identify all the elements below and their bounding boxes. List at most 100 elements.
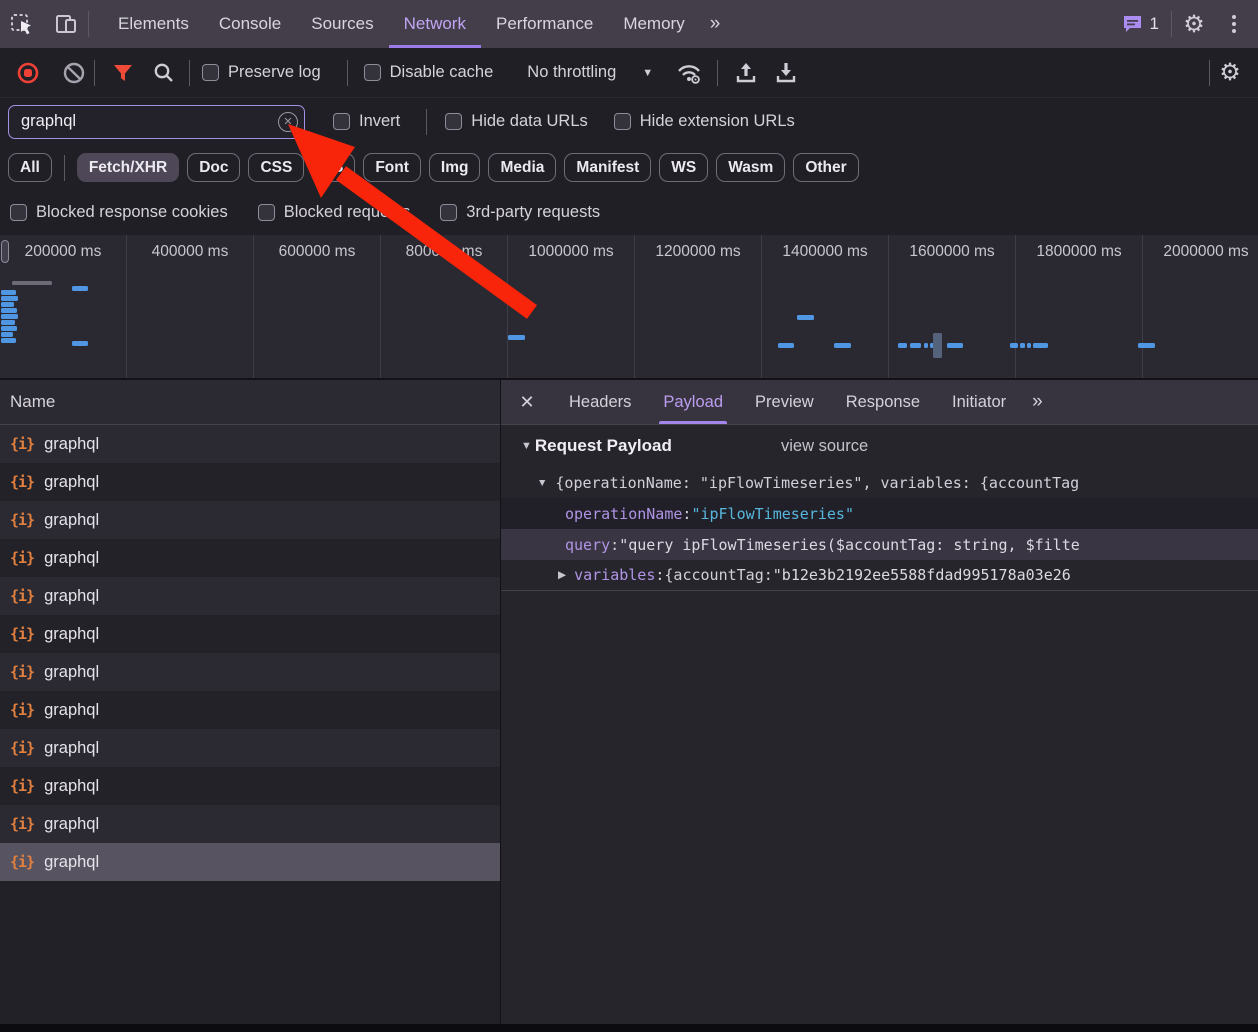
kebab-menu-icon[interactable] [1216,15,1252,33]
clear-network-log-icon[interactable] [54,55,94,91]
waterfall-bar[interactable] [1033,343,1048,348]
settings-gear-icon[interactable]: ⚙ [1172,10,1216,39]
waterfall-bar[interactable] [778,343,794,348]
search-icon[interactable] [143,55,183,91]
disclosure-triangle-icon[interactable]: ▶ [558,569,566,581]
waterfall-bar[interactable] [1020,343,1025,348]
third-party-requests-checkbox[interactable]: 3rd-party requests [440,203,600,222]
filter-chip-media[interactable]: Media [488,153,556,182]
network-filter-input[interactable] [8,105,305,139]
view-source-link[interactable]: view source [781,437,868,456]
waterfall-bar[interactable] [1,308,17,313]
clear-filter-icon[interactable]: ✕ [278,112,298,132]
filter-funnel-icon[interactable] [103,55,143,91]
tab-elements[interactable]: Elements [103,0,204,48]
filter-chip-font[interactable]: Font [363,153,421,182]
request-row[interactable]: {i}graphql [0,805,500,843]
waterfall-bar[interactable] [12,281,52,285]
checkbox[interactable] [364,64,381,81]
tab-memory[interactable]: Memory [608,0,699,48]
tab-console[interactable]: Console [204,0,296,48]
filter-chip-manifest[interactable]: Manifest [564,153,651,182]
waterfall-bar[interactable] [1,332,13,337]
waterfall-bar[interactable] [898,343,907,348]
waterfall-bar[interactable] [1,338,16,343]
disable-cache-checkbox[interactable]: Disable cache [364,63,494,82]
throttling-dropdown[interactable]: No throttling ▼ [527,63,653,82]
request-row[interactable]: {i}graphql [0,577,500,615]
detail-tab-preview[interactable]: Preview [739,380,830,424]
waterfall-bar[interactable] [1,314,18,319]
waterfall-bar[interactable] [910,343,921,348]
filter-chip-js[interactable]: JS [312,153,355,182]
request-row[interactable]: {i}graphql [0,463,500,501]
filter-chip-all[interactable]: All [8,153,52,182]
waterfall-bar[interactable] [1,296,18,301]
tab-performance[interactable]: Performance [481,0,608,48]
detail-tab-initiator[interactable]: Initiator [936,380,1022,424]
close-details-icon[interactable]: ✕ [501,380,553,424]
waterfall-bar[interactable] [797,315,814,320]
network-conditions-icon[interactable] [669,55,709,91]
waterfall-bar[interactable] [947,343,963,348]
request-row[interactable]: {i}graphql [0,691,500,729]
waterfall-bar[interactable] [1,290,16,295]
hide-extension-urls-checkbox[interactable]: Hide extension URLs [614,112,795,131]
tab-sources[interactable]: Sources [296,0,388,48]
request-row[interactable]: {i}graphql [0,539,500,577]
invert-checkbox[interactable]: Invert [333,112,400,131]
waterfall-bar[interactable] [1010,343,1018,348]
payload-row[interactable]: operationName: "ipFlowTimeseries" [501,498,1258,529]
more-detail-tabs-chevron[interactable]: » [1022,380,1051,424]
checkbox[interactable] [202,64,219,81]
waterfall-bar[interactable] [933,333,942,358]
request-row[interactable]: {i}graphql [0,425,500,463]
disclosure-triangle-icon[interactable]: ▼ [521,440,532,452]
request-row[interactable]: {i}graphql [0,767,500,805]
payload-row[interactable]: ▼{operationName: "ipFlowTimeseries", var… [501,467,1258,498]
more-panels-chevron[interactable]: » [700,0,729,48]
filter-chip-wasm[interactable]: Wasm [716,153,785,182]
waterfall-bar[interactable] [1138,343,1155,348]
request-row[interactable]: {i}graphql [0,843,500,881]
waterfall-bar[interactable] [1,326,17,331]
filter-chip-doc[interactable]: Doc [187,153,240,182]
request-row[interactable]: {i}graphql [0,501,500,539]
hide-data-urls-checkbox[interactable]: Hide data URLs [445,112,587,131]
waterfall-bar[interactable] [1,302,14,307]
import-har-icon[interactable] [726,55,766,91]
filter-chip-ws[interactable]: WS [659,153,708,182]
detail-tab-payload[interactable]: Payload [647,380,739,424]
name-column-header[interactable]: Name [0,380,500,425]
filter-chip-img[interactable]: Img [429,153,481,182]
request-row[interactable]: {i}graphql [0,615,500,653]
filter-chip-fetchxhr[interactable]: Fetch/XHR [77,153,179,182]
blocked-requests-checkbox[interactable]: Blocked requests [258,203,411,222]
waterfall-bar[interactable] [72,286,88,291]
disclosure-triangle-icon[interactable]: ▼ [537,477,547,489]
inspect-element-icon[interactable] [0,0,44,48]
waterfall-bar[interactable] [834,343,851,348]
export-har-icon[interactable] [766,55,806,91]
network-settings-gear-icon[interactable]: ⚙ [1210,55,1250,91]
waterfall-bar[interactable] [72,341,88,346]
detail-tab-headers[interactable]: Headers [553,380,647,424]
payload-row[interactable]: query: "query ipFlowTimeseries($accountT… [501,529,1258,560]
waterfall-bar[interactable] [508,335,525,340]
waterfall-bar[interactable] [1,320,15,325]
detail-tab-response[interactable]: Response [830,380,936,424]
network-overview-timeline[interactable]: 200000 ms400000 ms600000 ms800000 ms1000… [0,235,1258,380]
waterfall-bar[interactable] [924,343,928,348]
preserve-log-checkbox[interactable]: Preserve log [202,63,321,82]
request-row[interactable]: {i}graphql [0,653,500,691]
request-row[interactable]: {i}graphql [0,729,500,767]
filter-chip-other[interactable]: Other [793,153,858,182]
waterfall-bar[interactable] [1027,343,1031,348]
issues-counter[interactable]: 1 [1110,14,1171,34]
blocked-response-cookies-checkbox[interactable]: Blocked response cookies [10,203,228,222]
record-network-log-button[interactable] [8,55,48,91]
device-toolbar-icon[interactable] [44,0,88,48]
tab-network[interactable]: Network [389,0,481,48]
filter-chip-css[interactable]: CSS [248,153,304,182]
payload-row[interactable]: ▶variables: {accountTag: "b12e3b2192ee55… [501,560,1258,591]
